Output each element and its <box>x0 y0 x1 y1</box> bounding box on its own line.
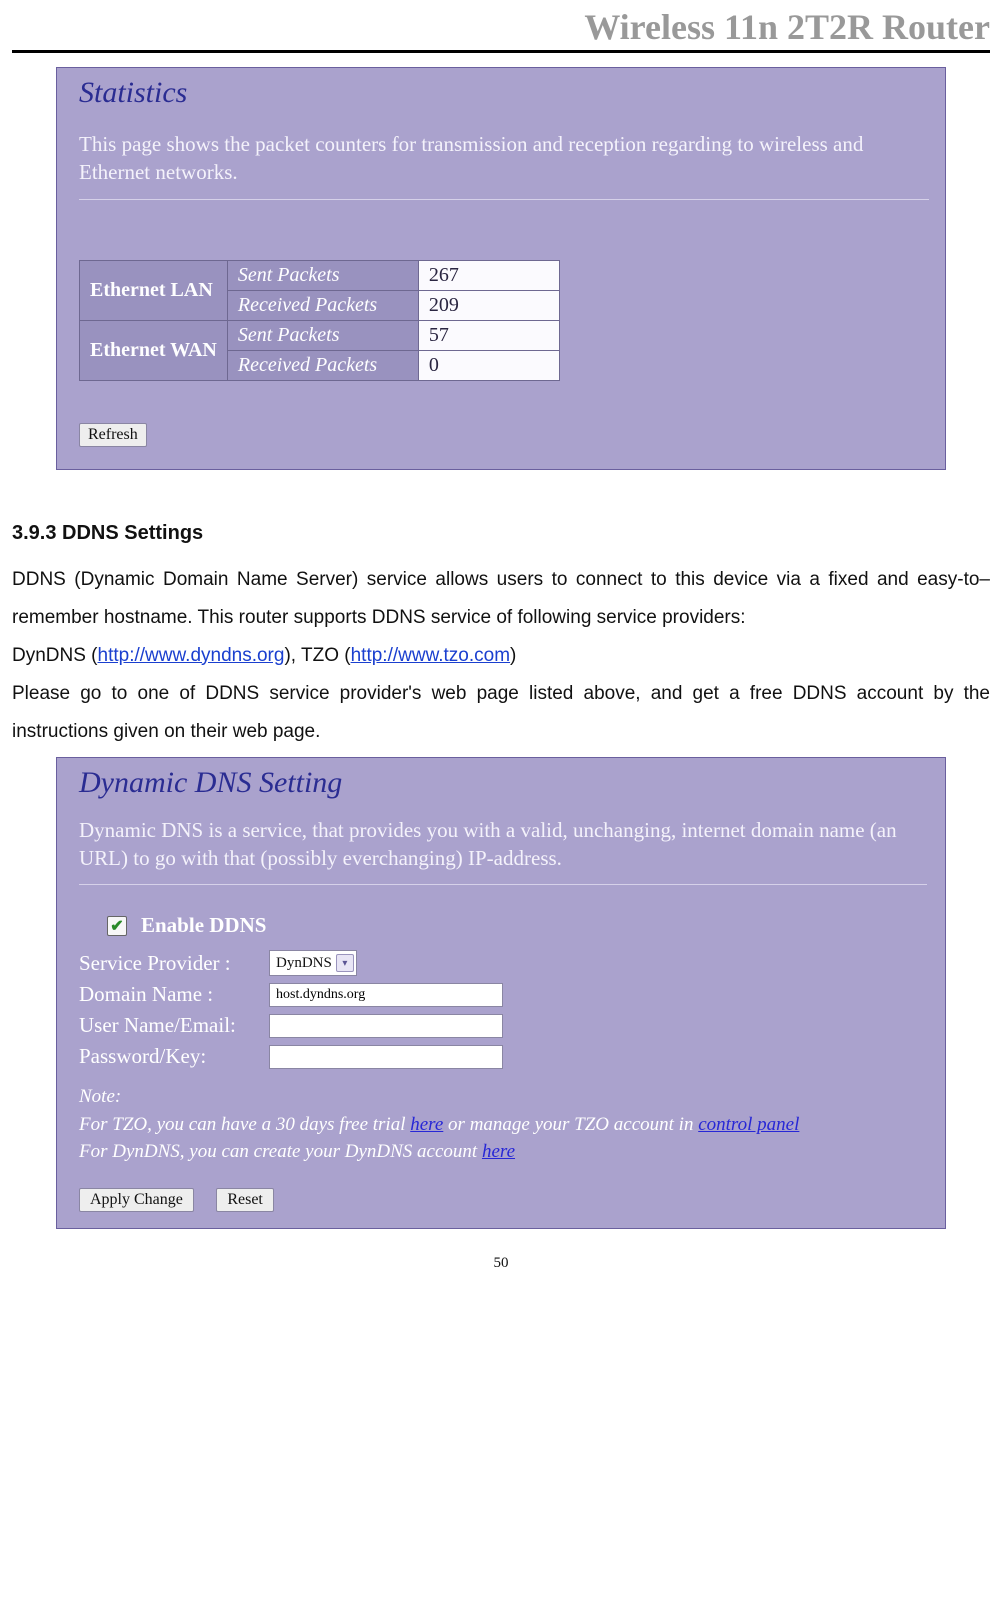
metric-label: Received Packets <box>227 290 418 320</box>
user-label: User Name/Email: <box>79 1013 269 1038</box>
password-label: Password/Key: <box>79 1044 269 1069</box>
user-input[interactable] <box>269 1014 503 1038</box>
statistics-panel: Statistics This page shows the packet co… <box>56 67 946 470</box>
button-row: Apply Change Reset <box>79 1188 927 1212</box>
ddns-description: Dynamic DNS is a service, that provides … <box>79 816 927 873</box>
divider <box>79 884 927 885</box>
metric-value: 209 <box>418 290 559 320</box>
section-paragraph: Please go to one of DDNS service provide… <box>12 675 990 751</box>
table-row: Ethernet WAN Sent Packets 57 <box>80 320 560 350</box>
note-text: For TZO, you can have a 30 days free tri… <box>79 1114 410 1135</box>
note-label: Note: <box>79 1083 927 1111</box>
ddns-panel: Dynamic DNS Setting Dynamic DNS is a ser… <box>56 757 946 1229</box>
domain-name-row: Domain Name : <box>79 982 927 1007</box>
page-number: 50 <box>12 1255 990 1272</box>
metric-label: Sent Packets <box>227 260 418 290</box>
refresh-button[interactable]: Refresh <box>79 423 147 447</box>
metric-label: Sent Packets <box>227 320 418 350</box>
metric-value: 57 <box>418 320 559 350</box>
chevron-down-icon: ▾ <box>336 954 354 972</box>
password-input[interactable] <box>269 1045 503 1069</box>
section-paragraph: DDNS (Dynamic Domain Name Server) servic… <box>12 561 990 637</box>
service-provider-value: DynDNS <box>276 955 332 972</box>
group-label: Ethernet WAN <box>80 320 228 380</box>
tzo-link[interactable]: http://www.tzo.com <box>351 645 510 666</box>
domain-name-input[interactable] <box>269 983 503 1007</box>
reset-button[interactable]: Reset <box>216 1188 274 1212</box>
service-provider-row: Service Provider : DynDNS ▾ <box>79 950 927 976</box>
domain-name-label: Domain Name : <box>79 982 269 1007</box>
tzo-control-panel-link[interactable]: control panel <box>698 1114 799 1135</box>
ddns-note: Note: For TZO, you can have a 30 days fr… <box>79 1083 927 1166</box>
user-row: User Name/Email: <box>79 1013 927 1038</box>
text: DynDNS ( <box>12 645 98 666</box>
section-heading: 3.9.3 DDNS Settings <box>12 522 990 545</box>
service-provider-select[interactable]: DynDNS ▾ <box>269 950 357 976</box>
enable-ddns-label: Enable DDNS <box>141 913 266 938</box>
enable-ddns-row: ✔ Enable DDNS <box>107 913 927 938</box>
divider <box>79 199 929 200</box>
section-paragraph: DynDNS (http://www.dyndns.org), TZO (htt… <box>12 637 990 675</box>
note-text: or manage your TZO account in <box>443 1114 698 1135</box>
service-provider-label: Service Provider : <box>79 951 269 976</box>
tzo-trial-link[interactable]: here <box>410 1114 443 1135</box>
metric-value: 0 <box>418 350 559 380</box>
metric-label: Received Packets <box>227 350 418 380</box>
apply-change-button[interactable]: Apply Change <box>79 1188 194 1212</box>
group-label: Ethernet LAN <box>80 260 228 320</box>
page-header: Wireless 11n 2T2R Router <box>12 6 990 53</box>
text: ) <box>510 645 516 666</box>
ddns-title: Dynamic DNS Setting <box>79 766 927 800</box>
dyndns-link[interactable]: http://www.dyndns.org <box>98 645 285 666</box>
metric-value: 267 <box>418 260 559 290</box>
statistics-title: Statistics <box>79 76 929 110</box>
note-text: For DynDNS, you can create your DynDNS a… <box>79 1141 482 1162</box>
dyndns-create-link[interactable]: here <box>482 1141 515 1162</box>
enable-ddns-checkbox[interactable]: ✔ <box>107 916 127 936</box>
password-row: Password/Key: <box>79 1044 927 1069</box>
page-header-title: Wireless 11n 2T2R Router <box>12 6 990 50</box>
statistics-description: This page shows the packet counters for … <box>79 130 929 187</box>
text: ), TZO ( <box>284 645 350 666</box>
table-row: Ethernet LAN Sent Packets 267 <box>80 260 560 290</box>
statistics-table: Ethernet LAN Sent Packets 267 Received P… <box>79 260 560 381</box>
